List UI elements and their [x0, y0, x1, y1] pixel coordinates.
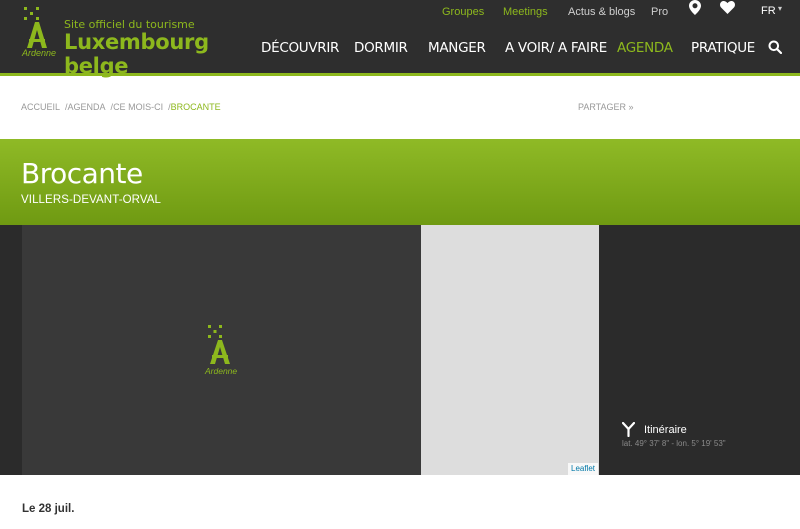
breadcrumb-ce-mois-ci[interactable]: CE MOIS-CI — [113, 102, 163, 112]
nav-agenda[interactable]: AGENDA — [617, 40, 673, 56]
photo-logo-text: Ardenne — [205, 366, 238, 376]
breadcrumb: ACCUEIL/AGENDA/CE MOIS-CI/BROCANTE — [21, 102, 221, 112]
nav-a-voir-a-faire[interactable]: A VOIR/ A FAIRE — [505, 40, 607, 56]
event-date: Le 28 juil. — [22, 503, 75, 515]
leaflet-attribution-link[interactable]: Leaflet — [568, 463, 599, 475]
page-title: Brocante — [21, 157, 143, 190]
topnav-meetings[interactable]: Meetings — [503, 6, 548, 18]
directions-icon[interactable] — [622, 422, 635, 437]
topnav-pro[interactable]: Pro — [651, 6, 668, 18]
coordinates-text: lat. 49° 37' 8" - lon. 5° 19' 53" — [622, 439, 726, 448]
event-map[interactable] — [421, 225, 599, 475]
breadcrumb-agenda[interactable]: AGENDA — [68, 102, 106, 112]
breadcrumb-brocante: BROCANTE — [170, 102, 221, 112]
main-nav: DÉCOUVRIR DORMIR MANGER A VOIR/ A FAIRE … — [0, 40, 800, 56]
topnav-groupes[interactable]: Groupes — [442, 6, 484, 18]
itinerary-link[interactable]: Itinéraire — [644, 424, 687, 436]
chevron-down-icon[interactable]: ▾ — [778, 4, 782, 13]
language-selector[interactable]: FR — [761, 5, 776, 17]
topnav-actus[interactable]: Actus & blogs — [568, 6, 635, 18]
header-accent-stripe — [0, 73, 800, 76]
nav-decouvrir[interactable]: DÉCOUVRIR — [261, 40, 339, 56]
nav-dormir[interactable]: DORMIR — [354, 40, 408, 56]
nav-pratique[interactable]: PRATIQUE — [691, 40, 755, 56]
site-header: Site officiel du tourisme Luxembourg bel… — [0, 0, 800, 78]
site-logo[interactable]: Site officiel du tourisme Luxembourg bel… — [20, 6, 250, 78]
map-pin-icon[interactable] — [689, 0, 701, 15]
share-button[interactable]: PARTAGER » — [578, 102, 634, 112]
heart-icon[interactable] — [720, 1, 735, 14]
event-location: VILLERS-DEVANT-ORVAL — [21, 194, 162, 206]
breadcrumb-accueil[interactable]: ACCUEIL — [21, 102, 60, 112]
search-icon[interactable] — [768, 40, 782, 54]
nav-manger[interactable]: MANGER — [428, 40, 486, 56]
